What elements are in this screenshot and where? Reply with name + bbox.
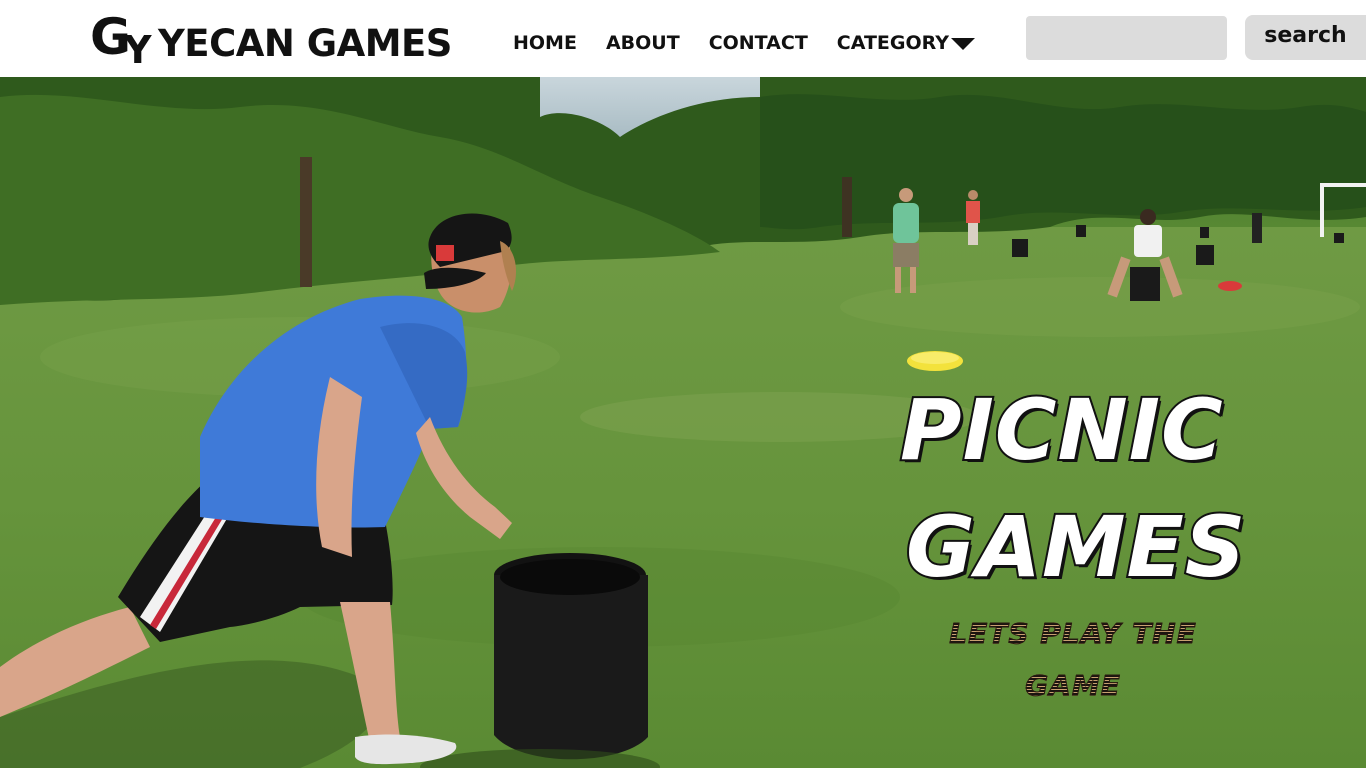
search-input[interactable] [1026,16,1227,60]
hero-title-line-1: PICNIC [898,381,1225,479]
hero-tagline-line-2: GAME [883,669,1263,703]
nav-category-dropdown[interactable]: CATEGORY [837,30,975,56]
search-button[interactable]: search [1245,15,1366,60]
nav-contact[interactable]: CONTACT [709,30,808,56]
hero-banner: PICNIC GAMES LETS PLAY THE GAME [0,77,1366,768]
caret-down-icon [951,38,975,50]
nav-about[interactable]: ABOUT [606,30,680,56]
logo-mark: G Y [90,10,160,74]
main-nav: HOME ABOUT CONTACT CATEGORY [513,30,975,56]
logo-letter-y: Y [124,28,152,72]
logo-text: YECAN GAMES [158,22,452,65]
nav-category-label: CATEGORY [836,32,949,54]
hero-tagline-line-1: LETS PLAY THE [883,617,1263,651]
site-logo[interactable]: G Y YECAN GAMES [90,10,452,74]
nav-home[interactable]: HOME [513,30,577,56]
hero-title-line-2: GAMES [904,498,1247,596]
site-header: G Y YECAN GAMES HOME ABOUT CONTACT CATEG… [0,0,1366,77]
